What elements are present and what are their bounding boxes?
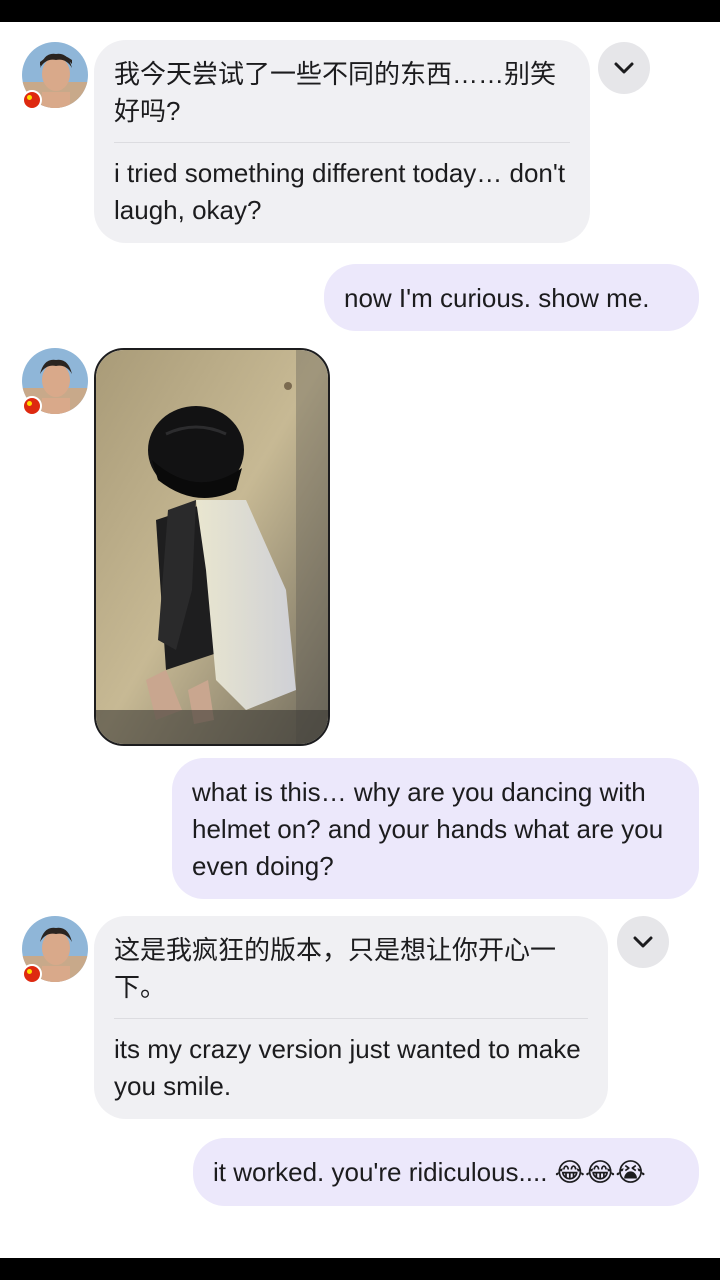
translate-toggle-button[interactable] bbox=[598, 42, 650, 94]
translation-divider bbox=[114, 1018, 588, 1019]
china-flag-icon bbox=[22, 396, 42, 416]
emoji-reaction: 😂😂😭 bbox=[554, 1158, 646, 1188]
message-text: what is this… why are you dancing with h… bbox=[192, 777, 664, 881]
translate-toggle-button[interactable] bbox=[617, 916, 669, 968]
china-flag-icon bbox=[22, 964, 42, 984]
china-flag-icon bbox=[22, 90, 42, 110]
outgoing-message: it worked. you're ridiculous.... 😂😂😭 bbox=[193, 1138, 699, 1206]
outgoing-message: now I'm curious. show me. bbox=[324, 264, 699, 331]
chevron-down-icon bbox=[633, 936, 653, 948]
chevron-down-icon bbox=[614, 62, 634, 74]
photo-attachment[interactable] bbox=[94, 348, 330, 746]
incoming-message: 这是我疯狂的版本，只是想让你开心一下。 its my crazy version… bbox=[94, 916, 608, 1119]
outgoing-message: what is this… why are you dancing with h… bbox=[172, 758, 699, 899]
translated-text: i tried something different today… don't… bbox=[114, 158, 566, 225]
photo-image bbox=[96, 350, 328, 744]
message-text: it worked. you're ridiculous.... bbox=[213, 1157, 555, 1187]
original-text: 这是我疯狂的版本，只是想让你开心一下。 bbox=[114, 935, 557, 1002]
bottom-bar bbox=[0, 1258, 720, 1280]
incoming-message: 我今天尝试了一些不同的东西……别笑好吗? i tried something d… bbox=[94, 40, 590, 243]
translation-divider bbox=[114, 142, 570, 143]
original-text: 我今天尝试了一些不同的东西……别笑好吗? bbox=[114, 59, 557, 126]
message-text: now I'm curious. show me. bbox=[344, 283, 650, 313]
translated-text: its my crazy version just wanted to make… bbox=[114, 1034, 581, 1101]
top-status-bar bbox=[0, 0, 720, 22]
